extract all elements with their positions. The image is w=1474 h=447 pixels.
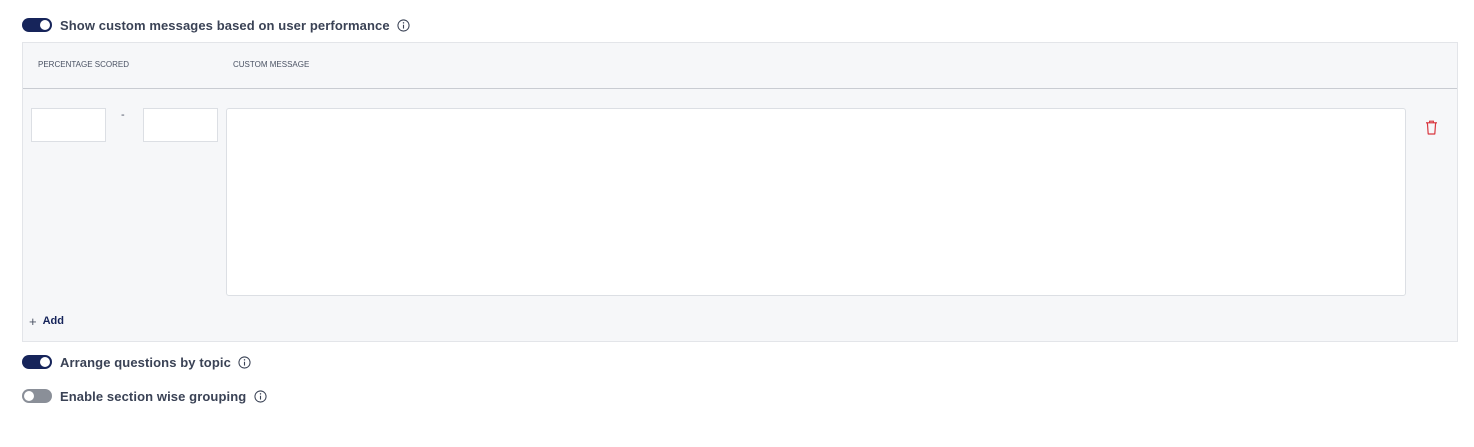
percentage-min-input[interactable] [31, 108, 106, 142]
info-circle-icon[interactable] [397, 18, 411, 32]
delete-row-button[interactable] [1423, 118, 1439, 136]
arrange-by-topic-setting: Arrange questions by topic [22, 352, 252, 372]
section-grouping-label: Enable section wise grouping [60, 388, 247, 404]
add-row-button[interactable]: + Add [29, 313, 64, 329]
range-separator: - [121, 109, 125, 121]
arrange-by-topic-label: Arrange questions by topic [60, 354, 231, 370]
info-circle-icon[interactable] [253, 389, 267, 403]
info-circle-icon[interactable] [238, 355, 252, 369]
plus-icon: + [29, 313, 37, 329]
custom-messages-panel: PERCENTAGE SCORED CUSTOM MESSAGE - + Add [22, 42, 1458, 342]
add-row-label: Add [42, 315, 64, 327]
section-grouping-setting: Enable section wise grouping [22, 386, 267, 406]
section-grouping-toggle[interactable] [22, 389, 52, 403]
percentage-max-input[interactable] [143, 108, 218, 142]
custom-message-textarea[interactable] [226, 108, 1406, 296]
custom-messages-setting: Show custom messages based on user perfo… [22, 15, 411, 35]
toggle-knob [40, 357, 50, 367]
custom-messages-label: Show custom messages based on user perfo… [60, 17, 390, 33]
column-header-message: CUSTOM MESSAGE [233, 60, 310, 69]
toggle-knob [40, 20, 50, 30]
column-header-percentage: PERCENTAGE SCORED [38, 60, 129, 69]
trash-icon [1425, 120, 1437, 135]
arrange-by-topic-toggle[interactable] [22, 355, 52, 369]
custom-messages-toggle[interactable] [22, 18, 52, 32]
table-header: PERCENTAGE SCORED CUSTOM MESSAGE [23, 43, 1457, 89]
toggle-knob [24, 391, 34, 401]
